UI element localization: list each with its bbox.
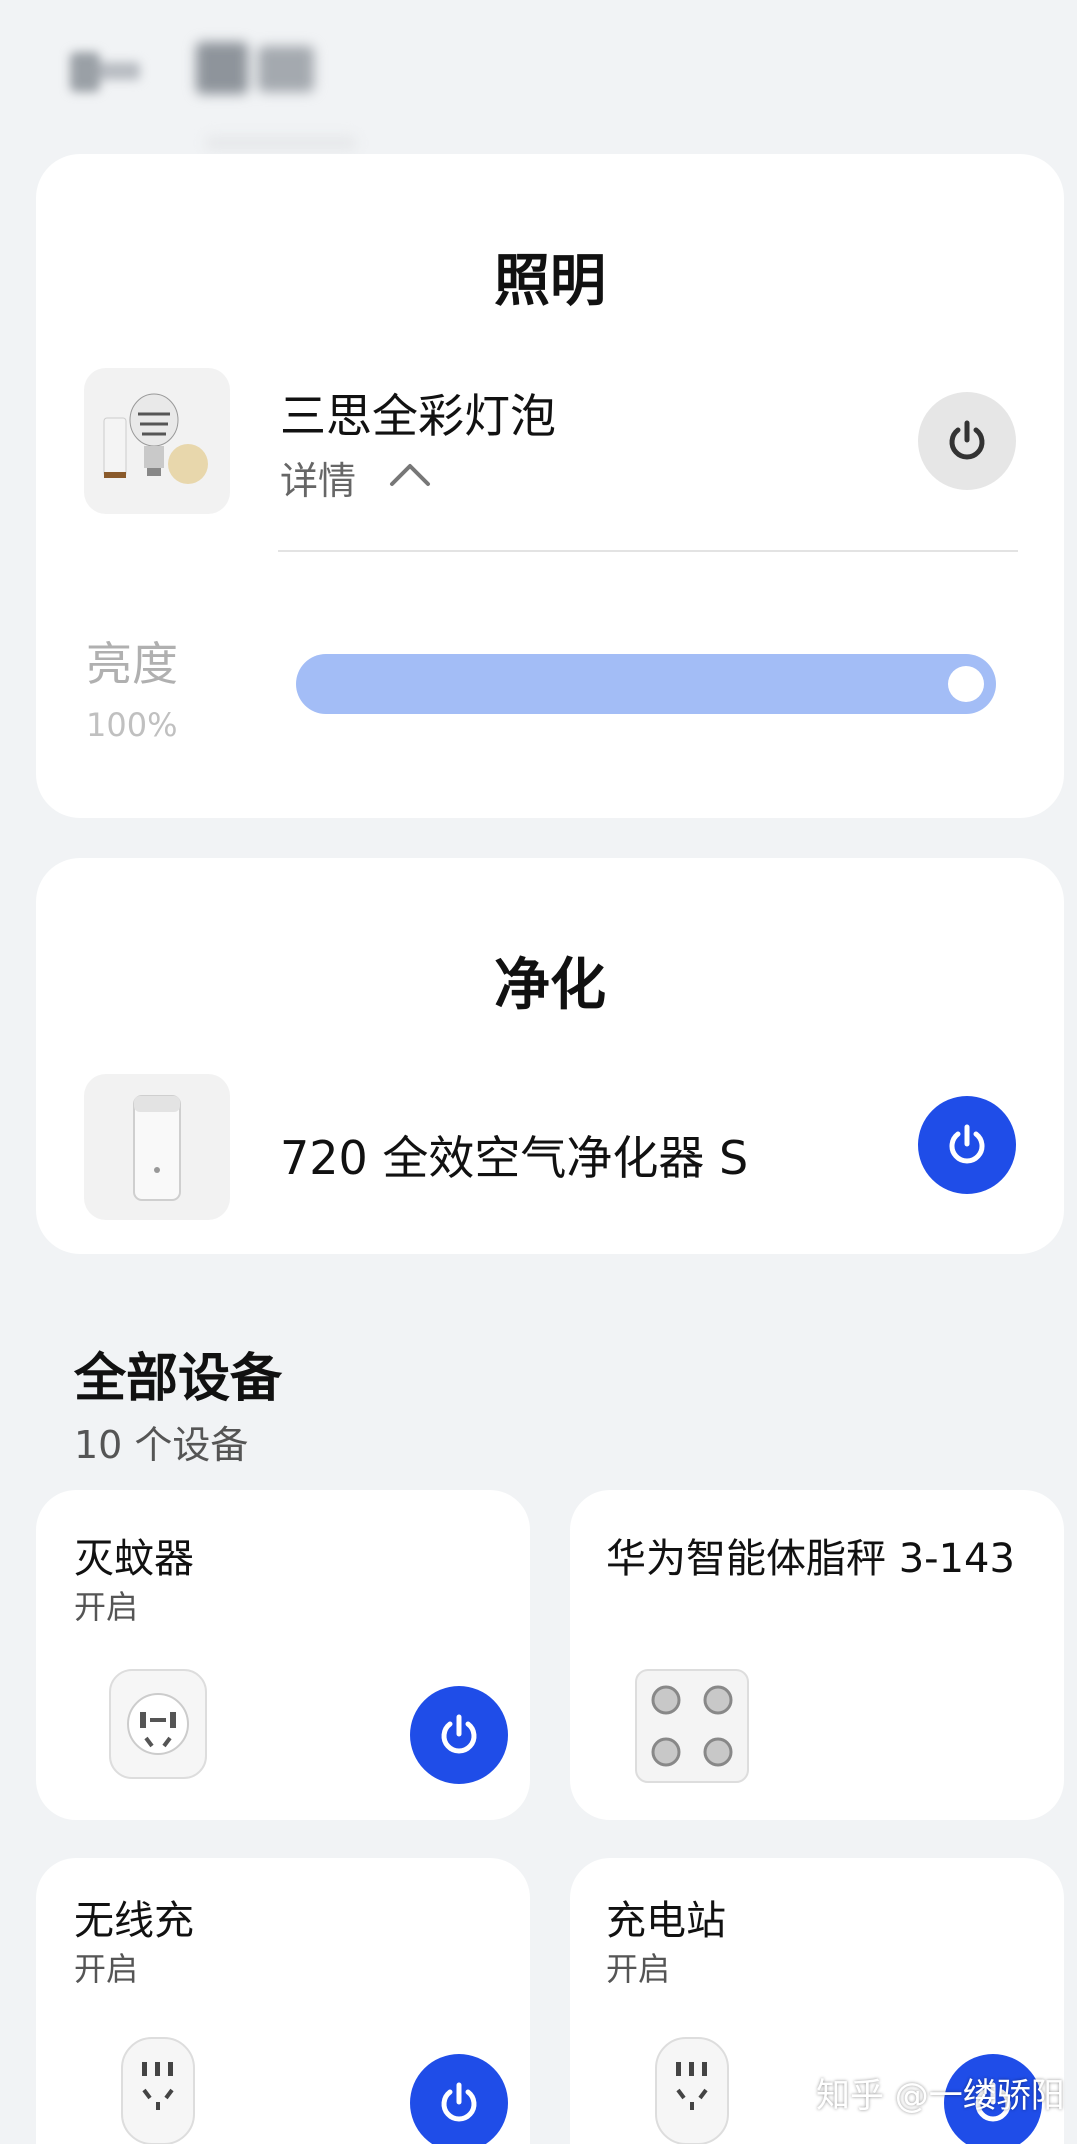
all-devices-title: 全部设备 xyxy=(74,1348,283,1409)
purifier-thumbnail xyxy=(84,1074,230,1220)
power-icon xyxy=(441,1714,477,1754)
bulb-power-button[interactable] xyxy=(918,392,1016,490)
purifier-power-button[interactable] xyxy=(918,1096,1016,1194)
details-toggle[interactable]: 详情 xyxy=(280,450,440,503)
power-icon xyxy=(949,420,985,460)
device-count: 10 个设备 xyxy=(74,1423,249,1467)
outlet-plug-icon xyxy=(655,2037,729,2144)
details-label: 详情 xyxy=(280,459,357,503)
power-icon xyxy=(441,2082,477,2122)
brightness-value: 100% xyxy=(86,706,178,744)
tile-power-button[interactable] xyxy=(410,2054,508,2144)
bulb-image-icon xyxy=(103,393,208,484)
tile-status: 开启 xyxy=(74,1950,139,1988)
device-tile[interactable]: 无线充 开启 xyxy=(36,1858,530,2144)
tile-name: 充电站 xyxy=(606,1898,726,1944)
section-title-purify: 净化 xyxy=(494,952,606,1018)
slider-thumb[interactable] xyxy=(948,666,984,702)
top-bar xyxy=(0,0,1077,150)
section-title-lighting: 照明 xyxy=(494,248,606,314)
bulb-device-name[interactable]: 三思全彩灯泡 xyxy=(280,380,556,446)
device-control-page: 照明 三思全彩灯泡 详情 亮度 100% 净化 720 全效空气净化器 S 全部… xyxy=(0,0,1077,2144)
body-scale-icon xyxy=(635,1669,749,1783)
divider xyxy=(278,550,1018,552)
bulb-thumbnail xyxy=(84,368,230,514)
tile-status: 开启 xyxy=(74,1588,139,1626)
lighting-card: 照明 三思全彩灯泡 详情 亮度 100% xyxy=(36,154,1064,818)
outlet-plug-icon xyxy=(121,2037,195,2144)
purifier-device-name[interactable]: 720 全效空气净化器 S xyxy=(280,1122,748,1188)
purifier-image-icon xyxy=(133,1095,181,1201)
tile-name: 无线充 xyxy=(74,1898,194,1944)
power-icon xyxy=(949,1124,985,1164)
device-tile[interactable]: 灭蚊器 开启 xyxy=(36,1490,530,1820)
tile-status: 开启 xyxy=(606,1950,671,1988)
purify-card: 净化 720 全效空气净化器 S xyxy=(36,858,1064,1254)
watermark: 知乎 @一缕骄阳 xyxy=(816,2076,1065,2116)
chevron-up-icon xyxy=(390,464,430,486)
back-arrow-icon[interactable] xyxy=(66,40,146,100)
tile-power-button[interactable] xyxy=(410,1686,508,1784)
tile-name: 华为智能体脂秤 3-143 xyxy=(606,1536,1015,1582)
page-title-blurred xyxy=(196,36,356,150)
device-tile[interactable]: 华为智能体脂秤 3-143 xyxy=(570,1490,1064,1820)
brightness-label: 亮度 xyxy=(86,637,178,691)
tile-name: 灭蚊器 xyxy=(74,1536,194,1582)
brightness-slider[interactable] xyxy=(296,654,996,714)
smart-plug-icon xyxy=(109,1669,207,1779)
